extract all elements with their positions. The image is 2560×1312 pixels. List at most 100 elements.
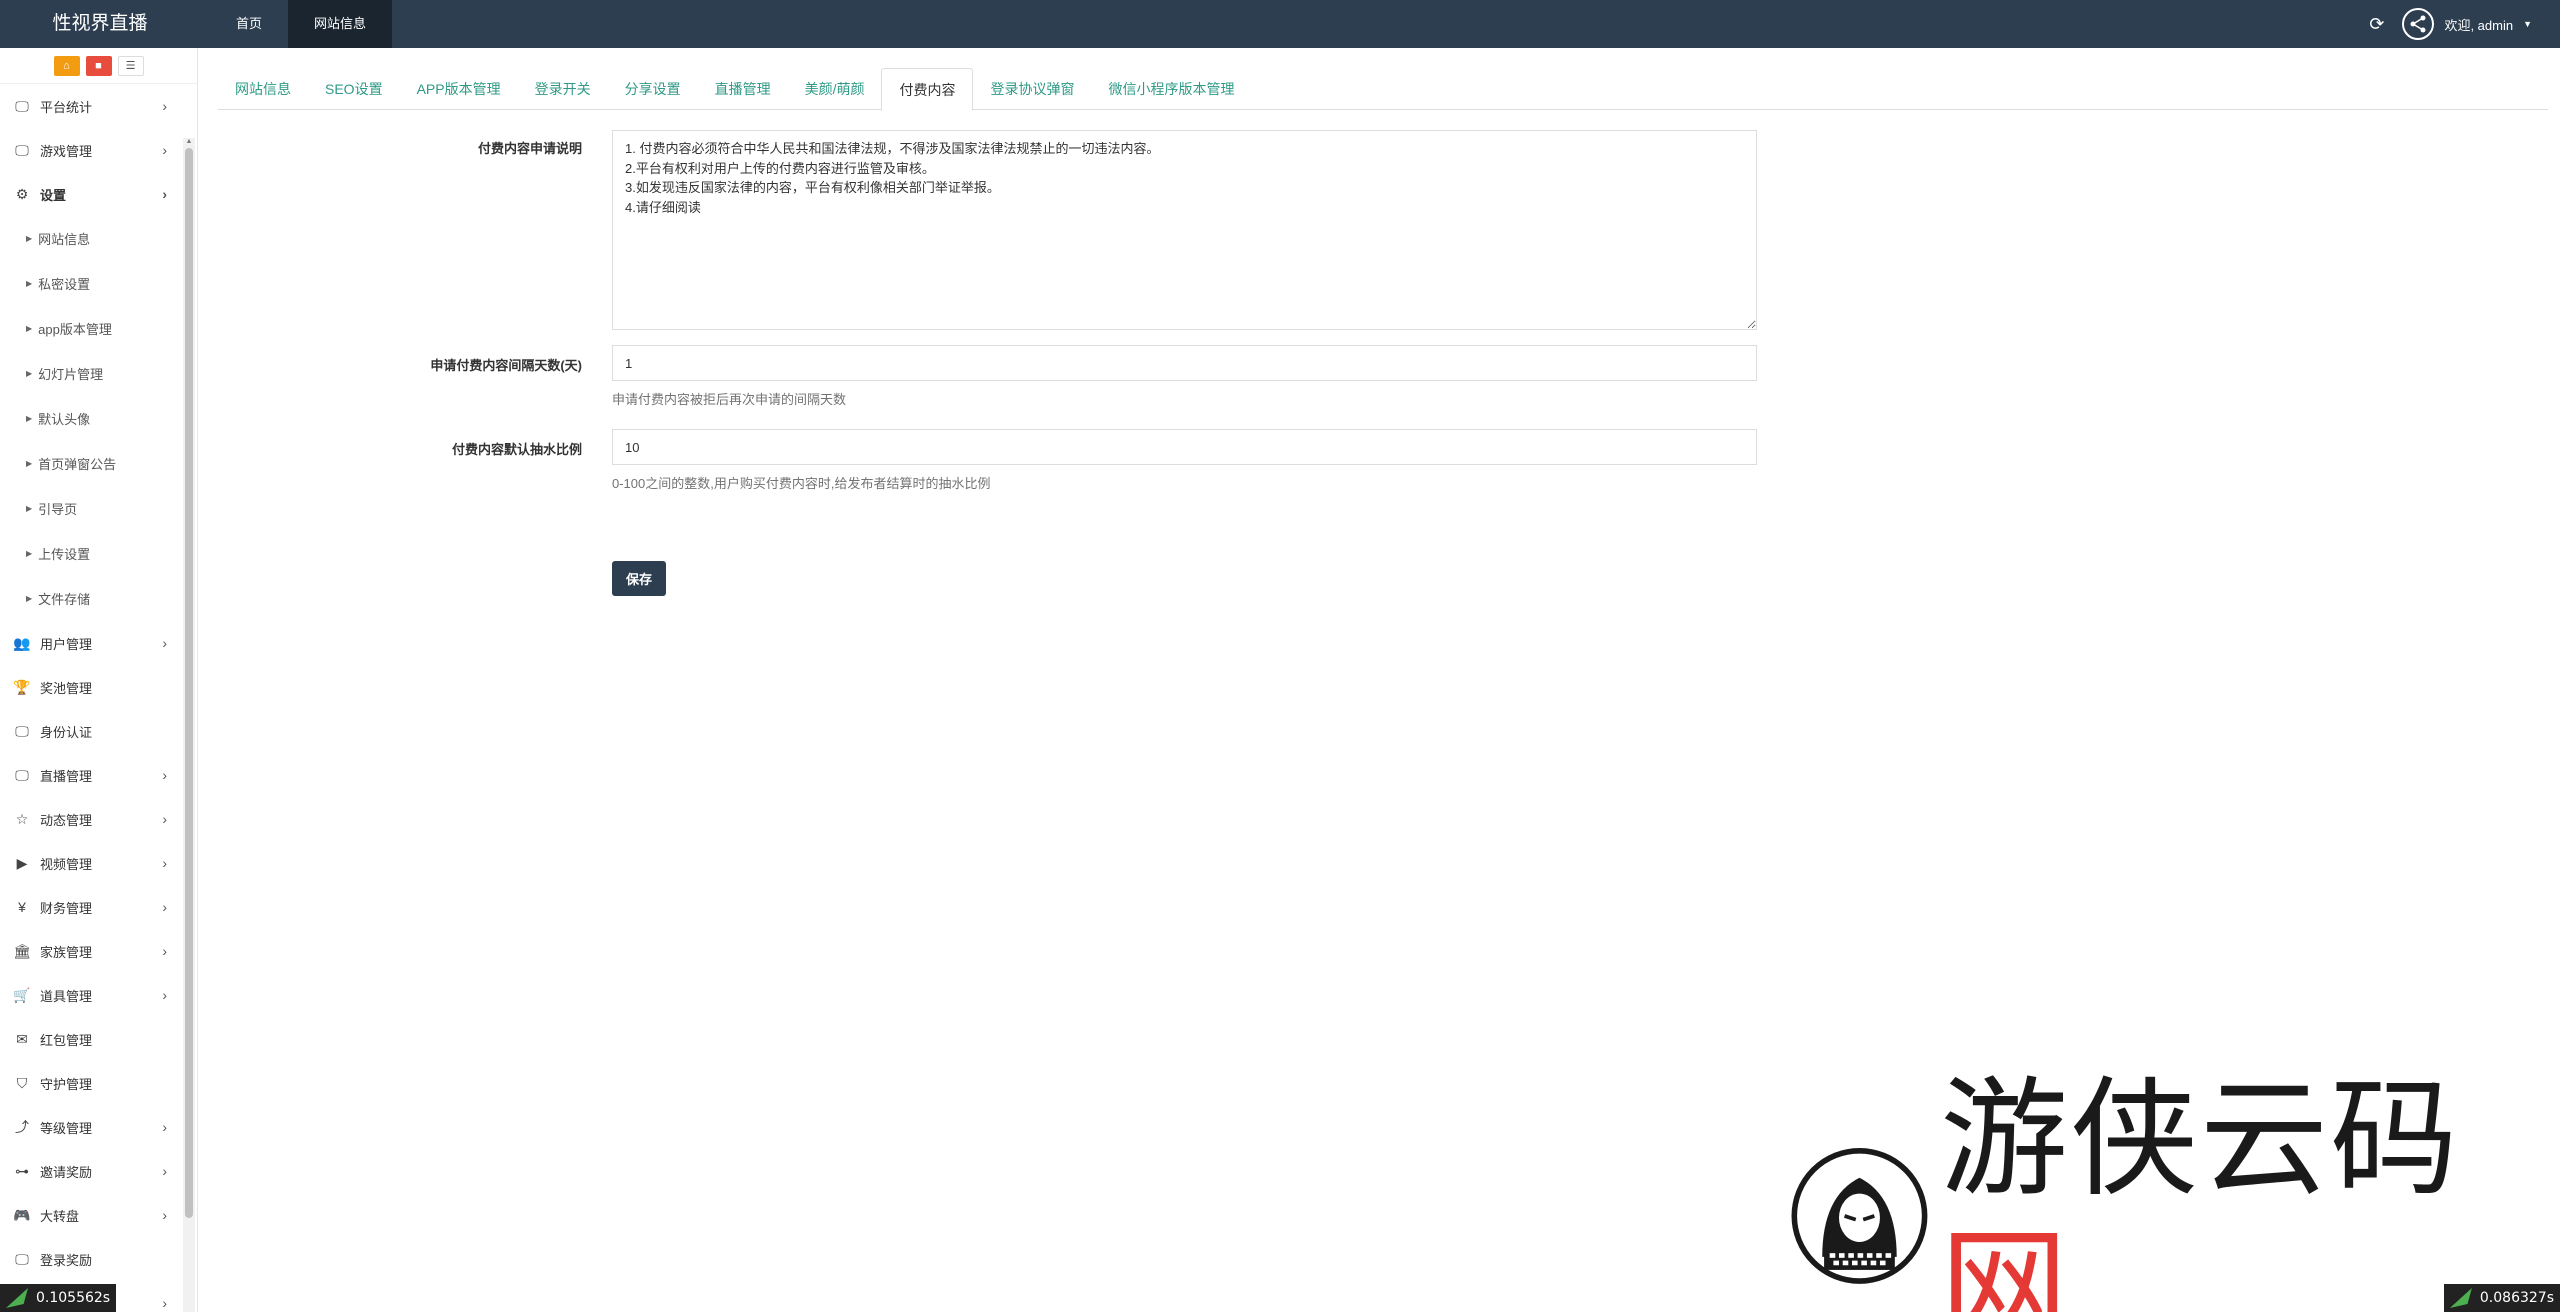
sidebar-item-label: 用户管理 — [40, 636, 93, 652]
tab-app-version[interactable]: APP版本管理 — [400, 68, 518, 110]
sitemap-icon: ⊶ — [15, 1162, 29, 1179]
trash-icon[interactable]: ■ — [85, 55, 112, 76]
tab-share[interactable]: 分享设置 — [608, 68, 698, 110]
list-icon[interactable]: ☰ — [117, 55, 144, 76]
tab-paid-content[interactable]: 付费内容 — [881, 68, 974, 111]
sidebar-item-label: 幻灯片管理 — [38, 367, 104, 382]
hacker-emblem-icon — [1791, 1147, 1928, 1284]
tab-wechat-miniprogram[interactable]: 微信小程序版本管理 — [1091, 68, 1251, 110]
scroll-thumb[interactable] — [185, 148, 193, 1218]
sidebar-item[interactable]: ▶ 视频管理 › — [0, 841, 197, 885]
sidebar-item-label: 私密设置 — [38, 277, 91, 292]
tab-live[interactable]: 直播管理 — [698, 68, 788, 110]
sidebar-subitem[interactable]: ▶ 私密设置 — [0, 261, 197, 306]
sidebar-item-label: 直播管理 — [40, 768, 93, 784]
refresh-icon[interactable]: ⟳ — [2369, 14, 2384, 35]
monitor-icon: 🖵 — [15, 141, 29, 158]
caret-right-icon: ▶ — [26, 459, 33, 468]
caret-right-icon: ▶ — [26, 234, 33, 243]
monitor-icon: 🖵 — [15, 97, 29, 114]
tab-login-agreement[interactable]: 登录协议弹窗 — [973, 68, 1091, 110]
chevron-right-icon: › — [162, 899, 167, 915]
sidebar-subitem[interactable]: ▶ 文件存储 — [0, 576, 197, 621]
save-button[interactable]: 保存 — [612, 561, 666, 596]
tab-site-info[interactable]: 网站信息 — [218, 68, 308, 110]
caret-right-icon: ▶ — [26, 324, 33, 333]
caret-right-icon: ▶ — [26, 414, 33, 423]
sidebar: ⌂ ■ ☰ 🖵 平台统计 › 🖵 游戏管理 › ⚙ 设置 › ▶ 网站信息 ▶ 私密设置 ▶ app版本管理… — [0, 48, 198, 1312]
settings-tabs: 网站信息 SEO设置 APP版本管理 登录开关 分享设置 直播管理 美颜/萌颜 … — [218, 68, 2548, 111]
sidebar-item[interactable]: ⊶ 邀请奖励 › — [0, 1149, 197, 1193]
scroll-up-icon[interactable]: ▲ — [183, 138, 195, 148]
sidebar-item[interactable]: 🖵 身份认证 — [0, 709, 197, 753]
tab-login-switch[interactable]: 登录开关 — [518, 68, 608, 110]
caret-right-icon: ▶ — [26, 369, 33, 378]
sidebar-shortcuts: ⌂ ■ ☰ — [0, 48, 197, 84]
ratio-input[interactable] — [612, 429, 1757, 465]
sidebar-item-label: app版本管理 — [38, 322, 112, 337]
chevron-right-icon: › — [162, 767, 167, 783]
sidebar-item[interactable]: 🖵 游戏管理 › — [0, 128, 197, 172]
shield-icon: ⛉ — [16, 1074, 28, 1091]
sidebar-item[interactable]: 🏆 奖池管理 — [0, 665, 197, 709]
topnav-home[interactable]: 首页 — [210, 0, 288, 48]
caret-right-icon: ▶ — [26, 504, 33, 513]
watermark: 游侠云码网 — [1785, 1065, 2545, 1312]
debug-timer-right[interactable]: 0.086327s — [2443, 1284, 2560, 1312]
sidebar-subitem[interactable]: ▶ app版本管理 — [0, 306, 197, 351]
sidebar-item[interactable]: 🖵 登录奖励 — [0, 1237, 197, 1281]
caret-down-icon: ▼ — [2523, 19, 2532, 29]
sidebar-item[interactable]: ⚙ 设置 › — [0, 172, 197, 216]
sidebar-subitem[interactable]: ▶ 上传设置 — [0, 531, 197, 576]
share-nodes-icon — [2410, 15, 2426, 33]
user-menu[interactable]: 欢迎, admin ▼ — [2402, 8, 2532, 40]
sidebar-subitem[interactable]: ▶ 引导页 — [0, 486, 197, 531]
sidebar-item[interactable]: 🏛 家族管理 › — [0, 929, 197, 973]
bank-icon: 🏛 — [13, 942, 31, 959]
sidebar-item[interactable]: 👥 用户管理 › — [0, 621, 197, 665]
tab-beauty[interactable]: 美颜/萌颜 — [788, 68, 882, 110]
sidebar-subitem[interactable]: ▶ 幻灯片管理 — [0, 351, 197, 396]
brand-logo[interactable]: 性视界直播 — [0, 0, 200, 48]
sidebar-item[interactable]: ✉ 红包管理 — [0, 1017, 197, 1061]
sidebar-item[interactable]: 🖵 直播管理 › — [0, 753, 197, 797]
sidebar-subitem[interactable]: ▶ 网站信息 — [0, 216, 197, 261]
sidebar-subitem[interactable]: ▶ 默认头像 — [0, 396, 197, 441]
sidebar-item[interactable]: 🎮 大转盘 › — [0, 1193, 197, 1237]
tab-seo[interactable]: SEO设置 — [308, 68, 400, 110]
sidebar-item[interactable]: ⤴ 等级管理 › — [0, 1105, 197, 1149]
desc-control: 1. 付费内容必须符合中华人民共和国法律法规，不得涉及国家法律法规禁止的一切违法… — [612, 130, 1757, 335]
ratio-control: 0-100之间的整数,用户购买付费内容时,给发布者结算时的抽水比例 — [612, 429, 1757, 492]
chevron-right-icon: › — [162, 855, 167, 871]
sidebar-subitem[interactable]: ▶ 首页弹窗公告 — [0, 441, 197, 486]
topnav-site-info[interactable]: 网站信息 — [288, 0, 393, 48]
debug-timer-left[interactable]: 0.105562s — [0, 1284, 117, 1312]
video-icon: ▶ — [16, 854, 28, 871]
watermark-text: 游侠云码网 — [1939, 1065, 2460, 1312]
top-nav: 首页 网站信息 — [210, 0, 393, 48]
sidebar-scrollbar[interactable]: ▲ ▼ — [183, 138, 195, 1312]
sidebar-menu: 🖵 平台统计 › 🖵 游戏管理 › ⚙ 设置 › ▶ 网站信息 ▶ 私密设置 ▶ app版本管理 ▶ 幻灯片管理… — [0, 84, 197, 1312]
desc-textarea[interactable]: 1. 付费内容必须符合中华人民共和国法律法规，不得涉及国家法律法规禁止的一切违法… — [612, 130, 1757, 330]
top-right-tools: ⟳ 欢迎, admin ▼ — [2369, 0, 2532, 48]
sidebar-item-label: 等级管理 — [40, 1120, 93, 1136]
sidebar-item-label: 网站信息 — [38, 232, 91, 247]
sidebar-item-label: 大转盘 — [40, 1208, 80, 1224]
sidebar-item-label: 道具管理 — [40, 988, 93, 1004]
days-input[interactable] — [612, 345, 1757, 381]
sidebar-item[interactable]: 🖵 平台统计 › — [0, 84, 197, 128]
chevron-right-icon: › — [162, 1119, 167, 1135]
chevron-right-icon: › — [162, 98, 167, 114]
gears-icon: ⚙ — [15, 185, 29, 202]
sidebar-item-label: 视频管理 — [40, 856, 93, 872]
sidebar-item[interactable]: ⛉ 守护管理 — [0, 1061, 197, 1105]
home-icon[interactable]: ⌂ — [53, 55, 80, 76]
trophy-icon: 🏆 — [13, 678, 31, 695]
caret-right-icon: ▶ — [26, 594, 33, 603]
sidebar-item[interactable]: ☆ 动态管理 › — [0, 797, 197, 841]
sidebar-item[interactable]: ¥ 财务管理 › — [0, 885, 197, 929]
caret-right-icon: ▶ — [26, 279, 33, 288]
sidebar-item[interactable]: 🛒 道具管理 › — [0, 973, 197, 1017]
ratio-help: 0-100之间的整数,用户购买付费内容时,给发布者结算时的抽水比例 — [612, 476, 991, 491]
level-icon: ⤴ — [15, 1119, 29, 1135]
